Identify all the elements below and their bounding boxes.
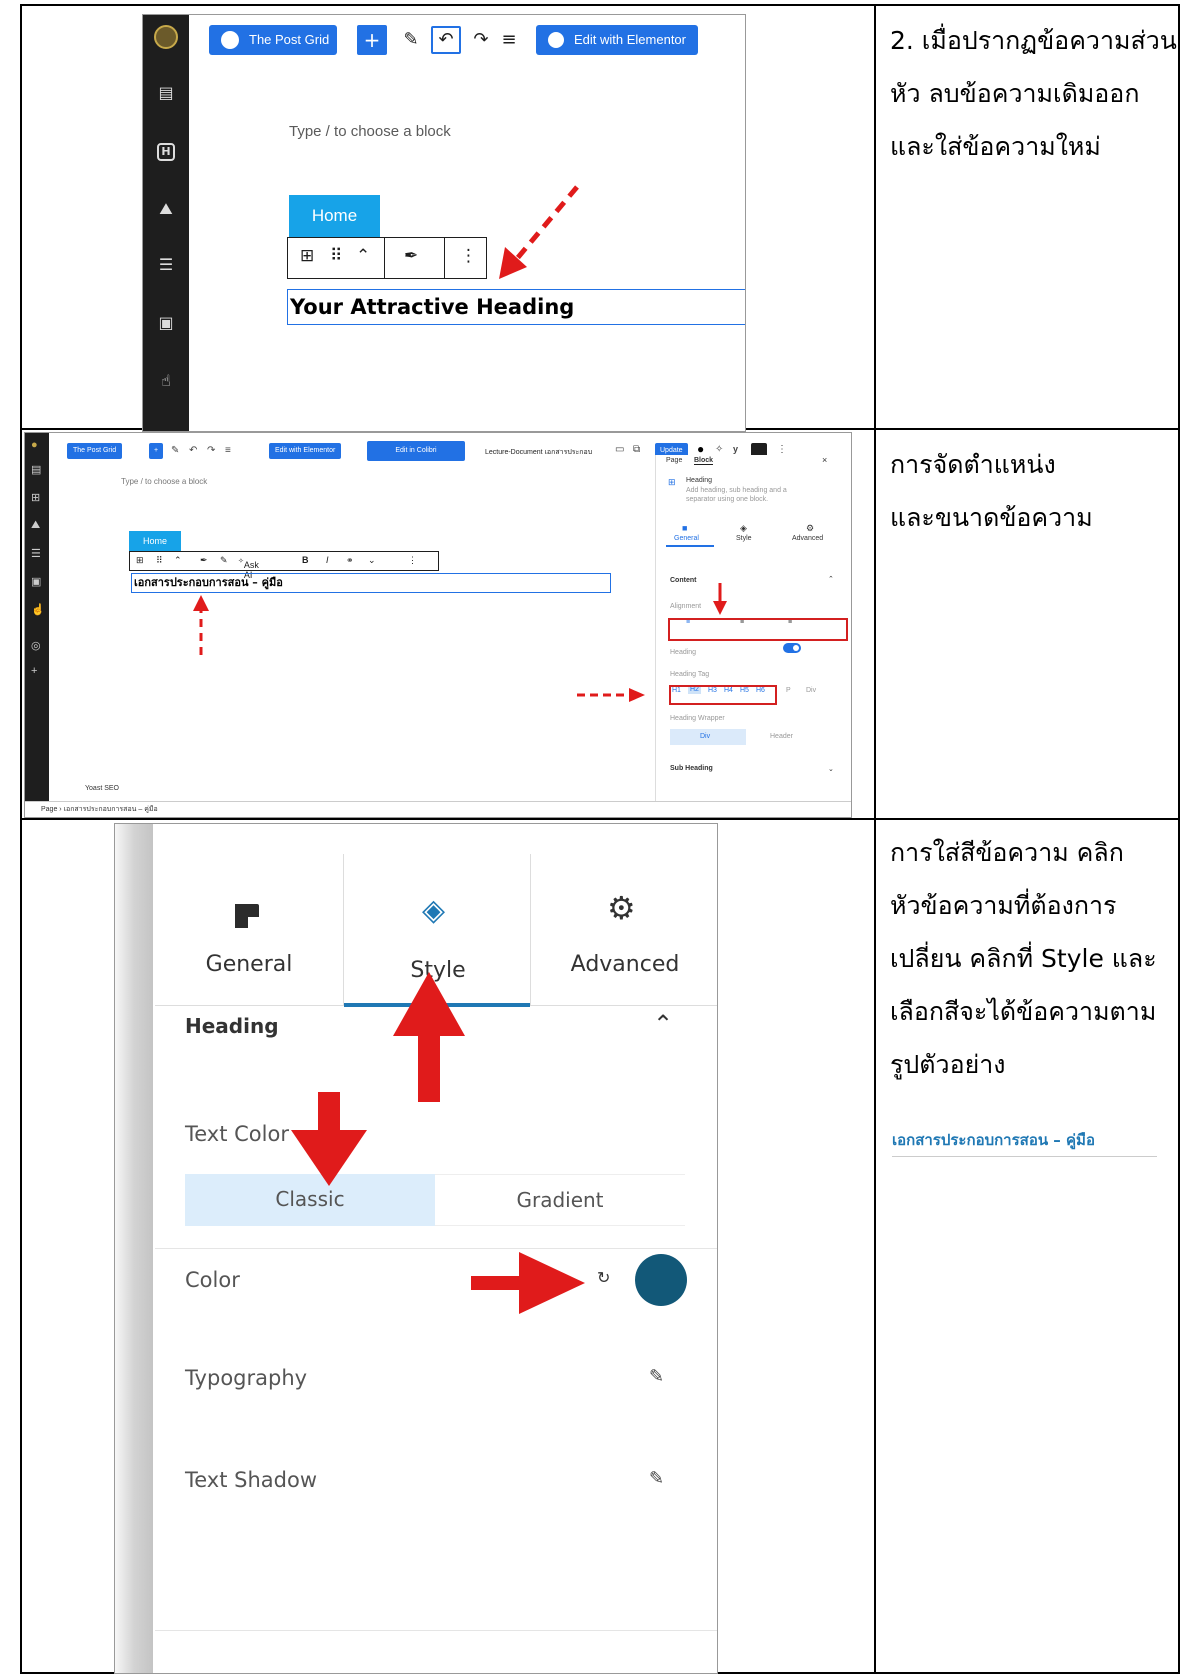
breadcrumb: Page › เอกสารประกอบการสอน – คู่มือ	[25, 801, 851, 817]
yoast-seo-label[interactable]: Yoast SEO	[85, 785, 119, 792]
screenshot-editor-heading: ▤ H ⛰ ☰ ▣ ☝ The Post Grid + ✎ ↶ ↷ ≡ Edit…	[142, 14, 746, 432]
row3-description: การใส่สีข้อความ คลิก หัวข้อความที่ต้องกา…	[890, 826, 1157, 1091]
screenshot-editor-alignment: ● ▤ ⊞ ⛰ ☰ ▣ ☝ ◎ + The Post Grid + ✎ ↶ ↷ …	[24, 432, 852, 818]
row3-line-2: หัวข้อความที่ต้องการ	[890, 891, 1117, 920]
red-arrow-annotations	[291, 972, 585, 1314]
red-arrow-annotation	[499, 185, 579, 279]
row2-description: การจัดตำแหน่ง และขนาดข้อความ	[890, 438, 1093, 544]
row-divider-2	[20, 818, 1180, 820]
breadcrumb-page[interactable]: Page	[41, 806, 57, 813]
row3-line-3: เปลี่ยน คลิกที่ Style และ	[890, 944, 1157, 973]
row3-line-5: รูปตัวอย่าง	[890, 1050, 1006, 1079]
breadcrumb-item[interactable]: เอกสารประกอบการสอน – คู่มือ	[64, 806, 158, 813]
red-arrow-annotations	[193, 583, 727, 702]
row1-line-3: และใส่ข้อความใหม่	[890, 132, 1101, 161]
row3-line-1: การใส่สีข้อความ คลิก	[890, 838, 1124, 867]
row1-line-2: หัว ลบข้อความเดิมออก	[890, 79, 1140, 108]
row2-line-2: และขนาดข้อความ	[890, 503, 1093, 532]
column-divider	[874, 4, 876, 1674]
row3-line-4: เลือกสีจะได้ข้อความตาม	[890, 997, 1157, 1026]
row2-line-1: การจัดตำแหน่ง	[890, 450, 1056, 479]
screenshot-style-panel: General ◈ Style ⚙ Advanced Heading ⌃ Tex…	[114, 823, 718, 1674]
sample-heading: เอกสารประกอบการสอน – คู่มือ	[892, 1128, 1157, 1157]
row1-line-1: 2. เมื่อปรากฏข้อความส่วน	[890, 26, 1177, 55]
row1-description: 2. เมื่อปรากฏข้อความส่วน หัว ลบข้อความเด…	[890, 14, 1177, 173]
